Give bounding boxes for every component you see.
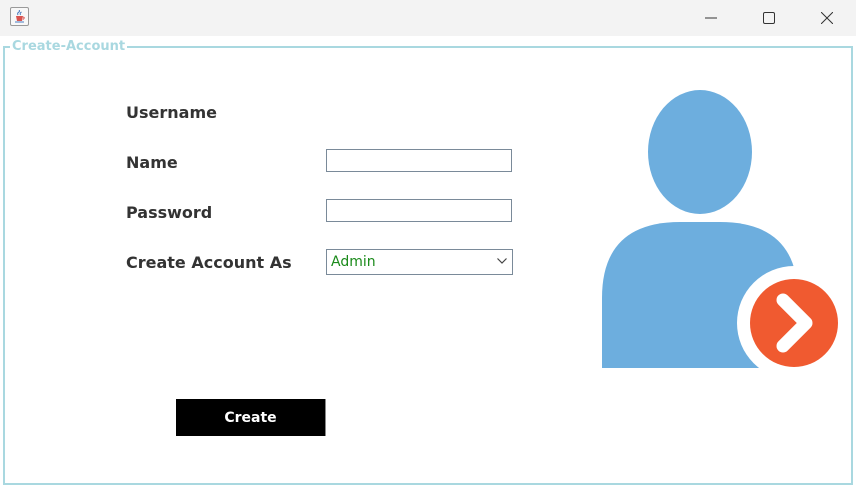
arrow-badge-icon — [750, 279, 838, 367]
create-button[interactable]: Create — [176, 399, 326, 436]
name-label: Name — [126, 153, 178, 172]
close-icon — [821, 12, 833, 24]
name-field[interactable] — [326, 149, 512, 172]
user-login-icon — [602, 90, 840, 370]
password-label: Password — [126, 203, 213, 222]
title-bar — [0, 0, 856, 36]
password-field[interactable] — [326, 199, 512, 222]
username-label: Username — [126, 103, 217, 122]
minimize-button[interactable] — [688, 0, 734, 36]
account-type-select[interactable]: Admin — [326, 249, 513, 275]
minimize-icon — [705, 17, 717, 19]
close-button[interactable] — [804, 0, 850, 36]
chevron-down-icon — [497, 258, 507, 264]
create-account-as-label: Create Account As — [126, 253, 292, 272]
account-type-value: Admin — [331, 254, 376, 270]
maximize-button[interactable] — [746, 0, 792, 36]
panel-title: Create-Account — [10, 39, 128, 55]
java-cup-icon[interactable] — [10, 7, 29, 26]
user-head-shape — [648, 90, 752, 214]
maximize-icon — [763, 12, 775, 24]
